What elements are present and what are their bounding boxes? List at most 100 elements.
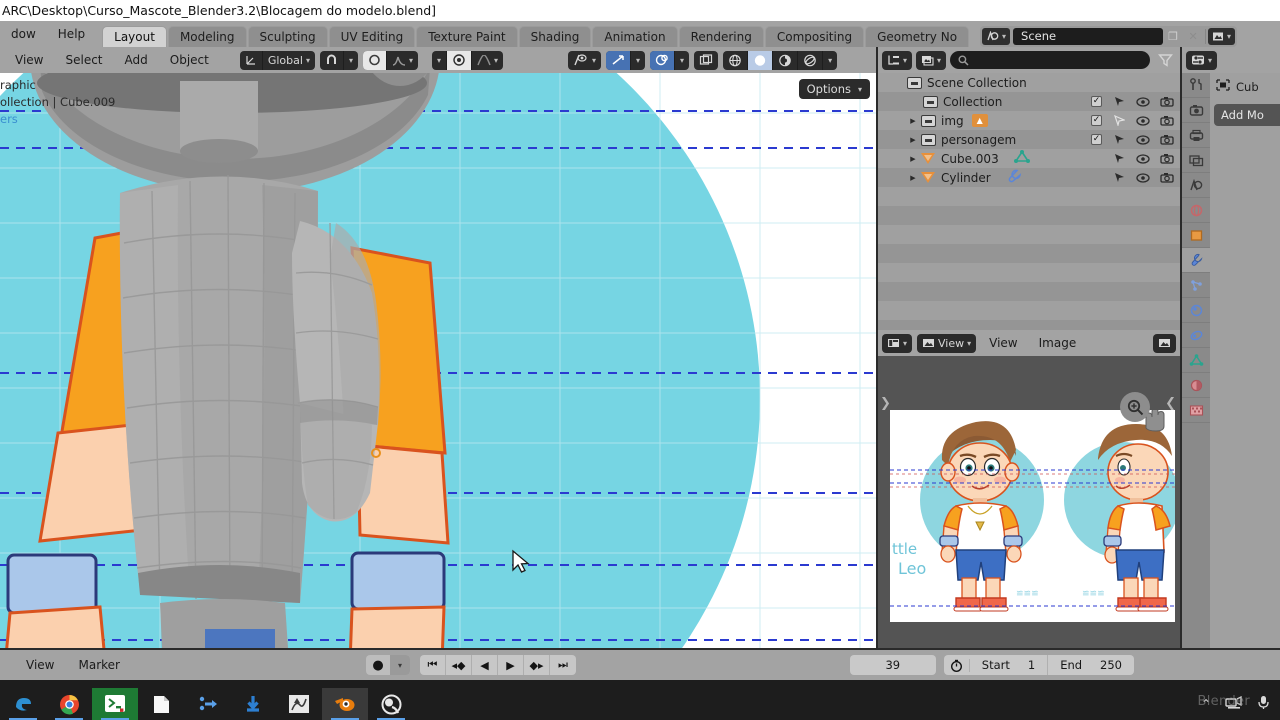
menu-help[interactable]: Help	[47, 21, 96, 47]
outliner-row-personagem[interactable]: ▶ personagem ✓	[878, 130, 1180, 149]
snap-dropdown[interactable]: ▾	[344, 51, 358, 70]
gizmo-icon[interactable]	[606, 50, 632, 70]
taskbar-item-download[interactable]	[230, 688, 276, 720]
properties-tab-tool[interactable]	[1182, 73, 1210, 98]
record-icon[interactable]: ●	[366, 658, 390, 673]
properties-tab-world[interactable]	[1182, 198, 1210, 223]
wireframe-icon[interactable]	[723, 50, 749, 70]
view-layer-icon[interactable]: ▾	[1208, 28, 1236, 45]
rendered-icon[interactable]	[798, 50, 824, 70]
outliner-row-img[interactable]: ▶ img ▲ ✓	[878, 111, 1180, 130]
image-editor-canvas[interactable]: ❯ ❮ ttle Leo ≌≌≌ ≌≌≌	[878, 356, 1180, 648]
expand-triangle-icon[interactable]: ▶	[906, 117, 920, 125]
camera-icon[interactable]	[1160, 152, 1174, 165]
eye-icon[interactable]	[1136, 152, 1150, 165]
viewport-canvas[interactable]	[0, 73, 876, 648]
add-modifier-button[interactable]: Add Mo	[1214, 104, 1280, 126]
id-type-icon[interactable]: ▾	[916, 50, 947, 70]
tab-geometry-nodes[interactable]: Geometry No	[865, 26, 970, 47]
taskbar-item-file-explorer[interactable]	[138, 688, 184, 720]
play-icon[interactable]: ▶	[498, 655, 524, 675]
chevron-down-icon[interactable]: ▾	[390, 655, 410, 675]
tab-compositing[interactable]: Compositing	[764, 26, 865, 47]
tab-animation[interactable]: Animation	[592, 26, 678, 47]
taskbar-item-blender[interactable]	[322, 688, 368, 720]
chevron-left-icon[interactable]: ▾	[432, 50, 447, 70]
taskbar-item-obs[interactable]	[368, 688, 414, 720]
properties-tab-particles[interactable]	[1182, 273, 1210, 298]
selectable-icon[interactable]	[1112, 171, 1126, 184]
duplicate-icon[interactable]: ❐	[1163, 28, 1183, 45]
magnet-icon[interactable]	[320, 50, 344, 70]
properties-tab-view-layer[interactable]	[1182, 148, 1210, 173]
object-mode-icon[interactable]	[447, 50, 472, 70]
timer-icon[interactable]	[944, 658, 970, 672]
overlays-icon[interactable]	[650, 50, 676, 70]
mesh-data-icon[interactable]	[1013, 150, 1031, 167]
viewport-menu-select[interactable]: Select	[54, 53, 113, 67]
outliner-row-collection[interactable]: Collection ✓	[878, 92, 1180, 111]
outliner-row-cube-003[interactable]: ▶ Cube.003	[878, 149, 1180, 168]
falloff-curve-icon[interactable]: ▾	[387, 51, 418, 70]
eye-icon[interactable]	[1136, 114, 1150, 127]
selectable-icon[interactable]	[1112, 95, 1126, 108]
proportional-icon[interactable]	[362, 50, 387, 70]
jump-start-icon[interactable]: ⏮	[420, 655, 446, 675]
shading-dropdown[interactable]: ▾	[823, 51, 837, 70]
panel-toggle-right-icon[interactable]: ❮	[1165, 396, 1176, 411]
taskbar-item-davinci[interactable]	[184, 688, 230, 720]
tab-texture-paint[interactable]: Texture Paint	[416, 26, 518, 47]
taskbar-item-terminal[interactable]	[92, 688, 138, 720]
eye-icon[interactable]	[1136, 171, 1150, 184]
image-editor-menu-image[interactable]: Image	[1031, 336, 1085, 350]
outliner-row-cylinder[interactable]: ▶ Cylinder	[878, 168, 1180, 187]
funnel-icon[interactable]	[1154, 51, 1176, 70]
tab-layout[interactable]: Layout	[102, 26, 167, 47]
properties-tab-scene[interactable]	[1182, 173, 1210, 198]
camera-icon[interactable]	[1160, 114, 1174, 127]
properties-tab-texture[interactable]	[1182, 398, 1210, 423]
tab-uv-editing[interactable]: UV Editing	[328, 26, 416, 47]
properties-tab-constraints[interactable]	[1182, 323, 1210, 348]
x-icon[interactable]: ✕	[1183, 28, 1203, 45]
viewport-menu-object[interactable]: Object	[159, 53, 220, 67]
properties-tab-output[interactable]	[1182, 123, 1210, 148]
transform-orientation-dropdown[interactable]: Global ▾	[263, 51, 315, 70]
xray-icon[interactable]	[694, 51, 718, 70]
properties-tab-material[interactable]	[1182, 373, 1210, 398]
overlays-dropdown[interactable]: ▾	[675, 51, 689, 70]
properties-tab-modifier[interactable]	[1182, 248, 1210, 273]
timeline-menu-marker[interactable]: Marker	[66, 658, 131, 672]
image-datablock-icon[interactable]	[1153, 333, 1176, 353]
mesh-falloff-icon[interactable]: ▾	[472, 51, 503, 70]
outliner-search-input[interactable]	[950, 51, 1150, 69]
prev-keyframe-icon[interactable]: ◂◆	[446, 655, 472, 675]
solid-icon[interactable]	[748, 50, 774, 70]
image-badge-icon[interactable]: ▲	[971, 114, 988, 127]
selectable-icon[interactable]	[1112, 133, 1126, 146]
viewport-menu-add[interactable]: Add	[114, 53, 159, 67]
tab-sculpting[interactable]: Sculpting	[247, 26, 328, 47]
next-keyframe-icon[interactable]: ◆▸	[524, 655, 550, 675]
play-reverse-icon[interactable]: ◀	[472, 655, 498, 675]
tab-rendering[interactable]: Rendering	[678, 26, 764, 47]
expand-triangle-icon[interactable]: ▶	[906, 155, 920, 163]
jump-end-icon[interactable]: ⏭	[550, 655, 576, 675]
panel-toggle-left-icon[interactable]: ❯	[880, 396, 891, 411]
taskbar-item-chrome[interactable]	[46, 688, 92, 720]
volume-icon[interactable]	[1256, 695, 1270, 713]
image-editor-menu-view[interactable]: View	[981, 336, 1025, 350]
outliner-row-scene-collection[interactable]: Scene Collection	[878, 73, 1180, 92]
image-editor-icon[interactable]: ▾	[882, 333, 913, 353]
tab-modeling[interactable]: Modeling	[167, 26, 247, 47]
expand-triangle-icon[interactable]: ▶	[906, 136, 920, 144]
selectable-icon[interactable]	[1112, 152, 1126, 165]
selectable-icon[interactable]	[1112, 114, 1126, 127]
taskbar-item-krita[interactable]	[276, 688, 322, 720]
properties-tab-object[interactable]	[1182, 223, 1210, 248]
eye-icon[interactable]	[1136, 95, 1150, 108]
image-editor-mode-dropdown[interactable]: View ▾	[917, 333, 977, 353]
scene-name-field[interactable]: Scene	[1013, 28, 1164, 45]
properties-tab-data[interactable]	[1182, 348, 1210, 373]
tab-shading[interactable]: Shading	[518, 26, 592, 47]
